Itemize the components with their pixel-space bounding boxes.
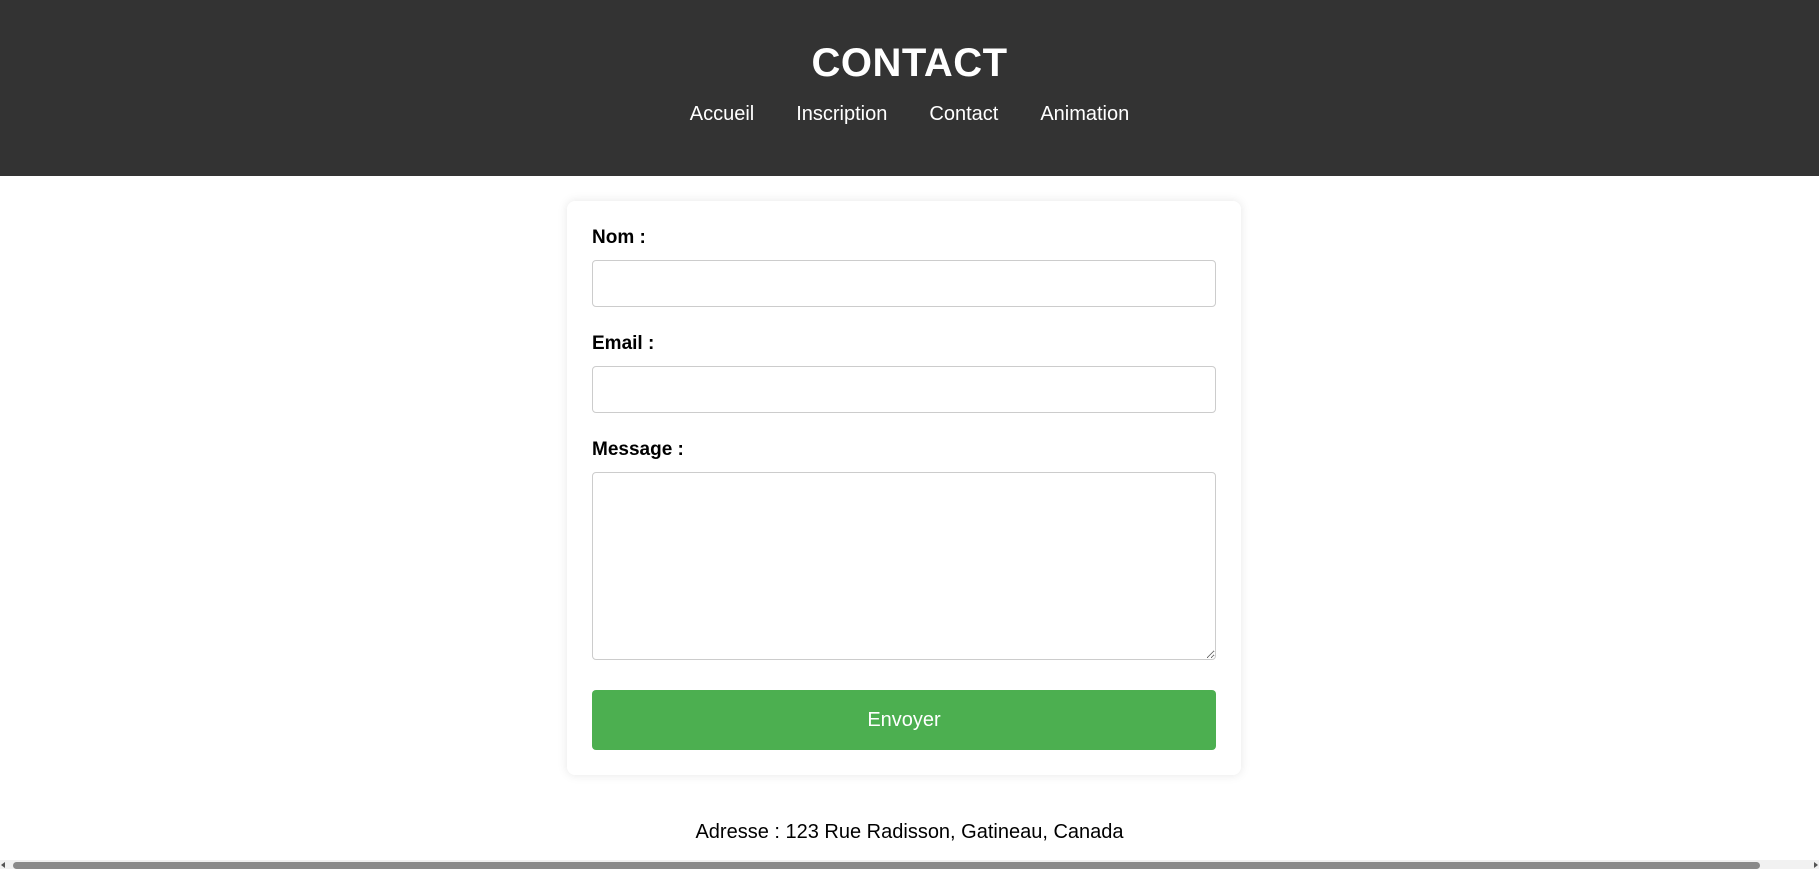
email-label: Email :	[592, 333, 655, 354]
site-header: CONTACT Accueil Inscription Contact Anim…	[0, 0, 1819, 176]
nav-link-contact[interactable]: Contact	[929, 100, 998, 128]
main-nav: Accueil Inscription Contact Animation	[0, 100, 1819, 128]
nav-link-animation[interactable]: Animation	[1040, 100, 1129, 128]
email-field[interactable]	[592, 366, 1216, 413]
message-label: Message :	[592, 439, 684, 460]
nav-link-accueil[interactable]: Accueil	[690, 100, 754, 128]
nav-link-inscription[interactable]: Inscription	[796, 100, 887, 128]
main-content: Nom : Email : Message : Envoyer Adresse …	[0, 176, 1819, 869]
scroll-left-arrow-icon[interactable]	[1, 862, 5, 868]
address-text: Adresse : 123 Rue Radisson, Gatineau, Ca…	[695, 821, 1124, 843]
message-field[interactable]	[592, 472, 1216, 660]
send-button[interactable]: Envoyer	[592, 690, 1216, 750]
horizontal-scrollbar[interactable]	[0, 860, 1819, 869]
contact-form: Nom : Email : Message : Envoyer	[567, 201, 1241, 775]
scrollbar-thumb[interactable]	[13, 862, 1760, 869]
page-title: CONTACT	[811, 41, 1008, 85]
name-label: Nom :	[592, 227, 646, 248]
scroll-right-arrow-icon[interactable]	[1814, 862, 1818, 868]
name-field[interactable]	[592, 260, 1216, 307]
